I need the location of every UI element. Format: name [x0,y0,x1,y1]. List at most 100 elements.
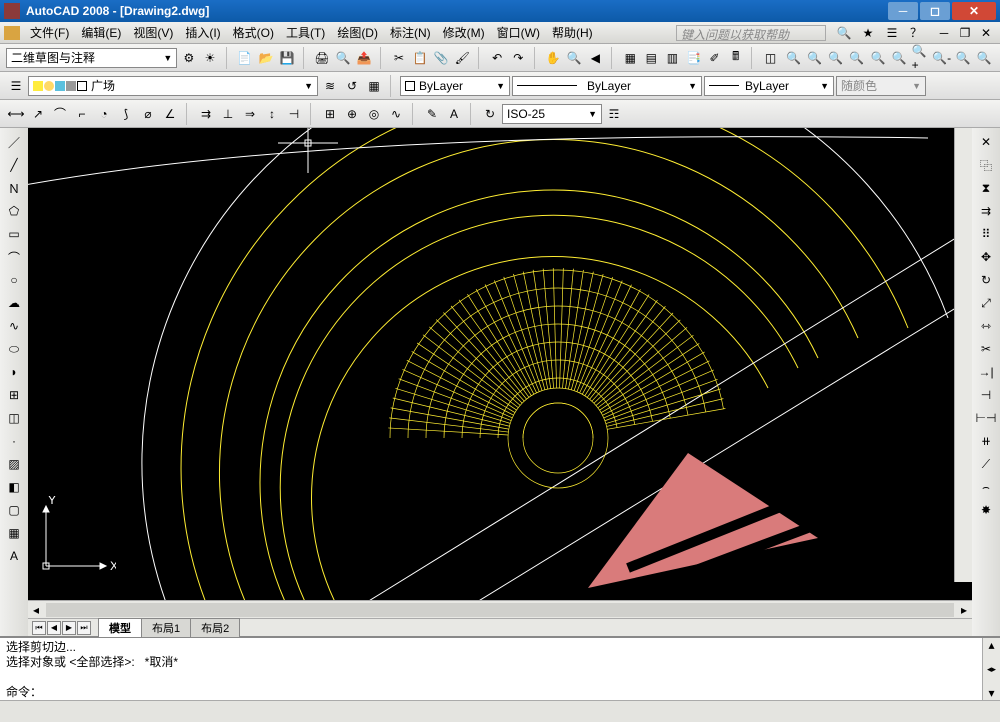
linetype-combo[interactable]: ByLayer ▼ [512,76,702,96]
zoom-scale-icon[interactable]: 🔍 [847,48,866,68]
zoom-in-icon[interactable]: 🔍+ [911,48,930,68]
undo-icon[interactable]: ↶ [488,48,507,68]
menu-window[interactable]: 窗口(W) [491,22,546,43]
new-icon[interactable]: 📄 [235,48,254,68]
zoom-dyn-icon[interactable]: 🔍 [826,48,845,68]
table-icon[interactable]: ▦ [4,523,24,543]
revcloud-icon[interactable]: ☁ [4,293,24,313]
dim-angular-icon[interactable]: ∠ [160,104,180,124]
dim-ordinate-icon[interactable]: ⌐ [72,104,92,124]
gradient-icon[interactable]: ◧ [4,477,24,497]
jog-linear-icon[interactable]: ∿ [386,104,406,124]
copy-icon[interactable]: 📋 [411,48,430,68]
tab-first-icon[interactable]: ⏮ [32,621,46,635]
make-block-icon[interactable]: ◫ [4,408,24,428]
layer-prev-icon[interactable]: ↺ [342,76,362,96]
doc-close-button[interactable]: ✕ [976,23,996,43]
dim-arc-icon[interactable]: ⌒ [50,104,70,124]
scale-icon[interactable]: ⤢ [976,293,996,313]
menu-edit[interactable]: 编辑(E) [75,22,127,43]
zoom-out-icon[interactable]: 🔍- [932,48,952,68]
menu-tools[interactable]: 工具(T) [280,22,331,43]
doc-restore-button[interactable]: ❐ [955,23,975,43]
tab-layout1[interactable]: 布局1 [141,618,191,638]
dim-baseline-icon[interactable]: ⊥ [218,104,238,124]
open-icon[interactable]: 📂 [256,48,275,68]
pan-icon[interactable]: ✋ [544,48,563,68]
close-button[interactable]: ✕ [952,2,996,20]
dim-quick-icon[interactable]: ⇉ [196,104,216,124]
menu-dimension[interactable]: 标注(N) [384,22,437,43]
copy-obj-icon[interactable]: ⿻ [976,155,996,175]
dim-edit-icon[interactable]: ✎ [422,104,442,124]
menu-file[interactable]: 文件(F) [24,22,75,43]
zoom-center-icon[interactable]: 🔍 [868,48,887,68]
dimstyle-combo[interactable]: ISO-25 ▼ [502,104,602,124]
sheetset-icon[interactable]: 📑 [684,48,703,68]
zoom-prev-icon[interactable]: ◀ [586,48,605,68]
dim-radius-icon[interactable]: ◔ [94,104,114,124]
move-icon[interactable]: ✥ [976,247,996,267]
tab-prev-icon[interactable]: ◀ [47,621,61,635]
join-icon[interactable]: ⧺ [976,431,996,451]
infocenter-icon[interactable]: 🔍 [834,23,854,43]
doc-minimize-button[interactable]: ─ [934,23,954,43]
viewport-scrollbar-h[interactable]: ◂ ▸ [28,600,972,618]
block-icon[interactable]: ◫ [761,48,780,68]
mtext-icon[interactable]: A [4,546,24,566]
ellipse-icon[interactable]: ⬭ [4,339,24,359]
help-icon[interactable]: ？ [906,23,926,43]
command-scrollbar[interactable]: ▴ ◂▸ ▾ [982,638,1000,700]
erase-icon[interactable]: ✕ [976,132,996,152]
line-icon[interactable]: ／ [4,132,24,152]
properties-icon[interactable]: ▦ [621,48,640,68]
layer-combo[interactable]: 广场 ▼ [28,76,318,96]
designcenter-icon[interactable]: ▤ [642,48,661,68]
chamfer-icon[interactable]: ⟋ [976,454,996,474]
dim-break-icon[interactable]: ⊣ [284,104,304,124]
favorite-icon[interactable]: ★ [858,23,878,43]
workspace-lock-icon[interactable]: ☀ [200,48,219,68]
print-icon[interactable]: 🖨 [312,48,331,68]
layer-state-icon[interactable]: ▦ [364,76,384,96]
help-search-input[interactable]: 键入问题以获取帮助 [676,25,826,41]
tab-last-icon[interactable]: ⏭ [77,621,91,635]
dim-tedit-icon[interactable]: A [444,104,464,124]
hatch-icon[interactable]: ▨ [4,454,24,474]
dim-diameter-icon[interactable]: ⌀ [138,104,158,124]
preview-icon[interactable]: 🔍 [334,48,353,68]
zoom-all-icon[interactable]: 🔍 [954,48,973,68]
redo-icon[interactable]: ↷ [509,48,528,68]
menu-modify[interactable]: 修改(M) [437,22,491,43]
dim-space-icon[interactable]: ↕ [262,104,282,124]
plotstyle-combo[interactable]: 随颜色 ▼ [836,76,926,96]
tab-model[interactable]: 模型 [98,618,142,638]
zoom-icon[interactable]: 🔍 [565,48,584,68]
dim-update-icon[interactable]: ↻ [480,104,500,124]
paste-icon[interactable]: 📎 [432,48,451,68]
circle-icon[interactable]: ○ [4,270,24,290]
insert-icon[interactable]: ⊞ [4,385,24,405]
tab-layout2[interactable]: 布局2 [190,618,240,638]
commcenter-icon[interactable]: ☰ [882,23,902,43]
viewport-scrollbar-v[interactable] [954,128,972,582]
region-icon[interactable]: ▢ [4,500,24,520]
dimstyle-manager-icon[interactable]: ☶ [604,104,624,124]
inspection-icon[interactable]: ◎ [364,104,384,124]
zoom-rt-icon[interactable]: 🔍 [784,48,803,68]
menu-format[interactable]: 格式(O) [227,22,280,43]
arc-icon[interactable]: ⌒ [4,247,24,267]
dim-linear-icon[interactable]: ⟷ [6,104,26,124]
zoom-ext-icon[interactable]: 🔍 [975,48,994,68]
center-mark-icon[interactable]: ⊕ [342,104,362,124]
stretch-icon[interactable]: ⇿ [976,316,996,336]
spline-icon[interactable]: ∿ [4,316,24,336]
break-icon[interactable]: ⊢⊣ [976,408,996,428]
break-at-icon[interactable]: ⊣ [976,385,996,405]
xline-icon[interactable]: ╱ [4,155,24,175]
rectangle-icon[interactable]: ▭ [4,224,24,244]
polygon-icon[interactable]: ⬠ [4,201,24,221]
calc-icon[interactable]: 🖩 [726,48,745,68]
offset-icon[interactable]: ⇉ [976,201,996,221]
menu-view[interactable]: 视图(V) [127,22,179,43]
